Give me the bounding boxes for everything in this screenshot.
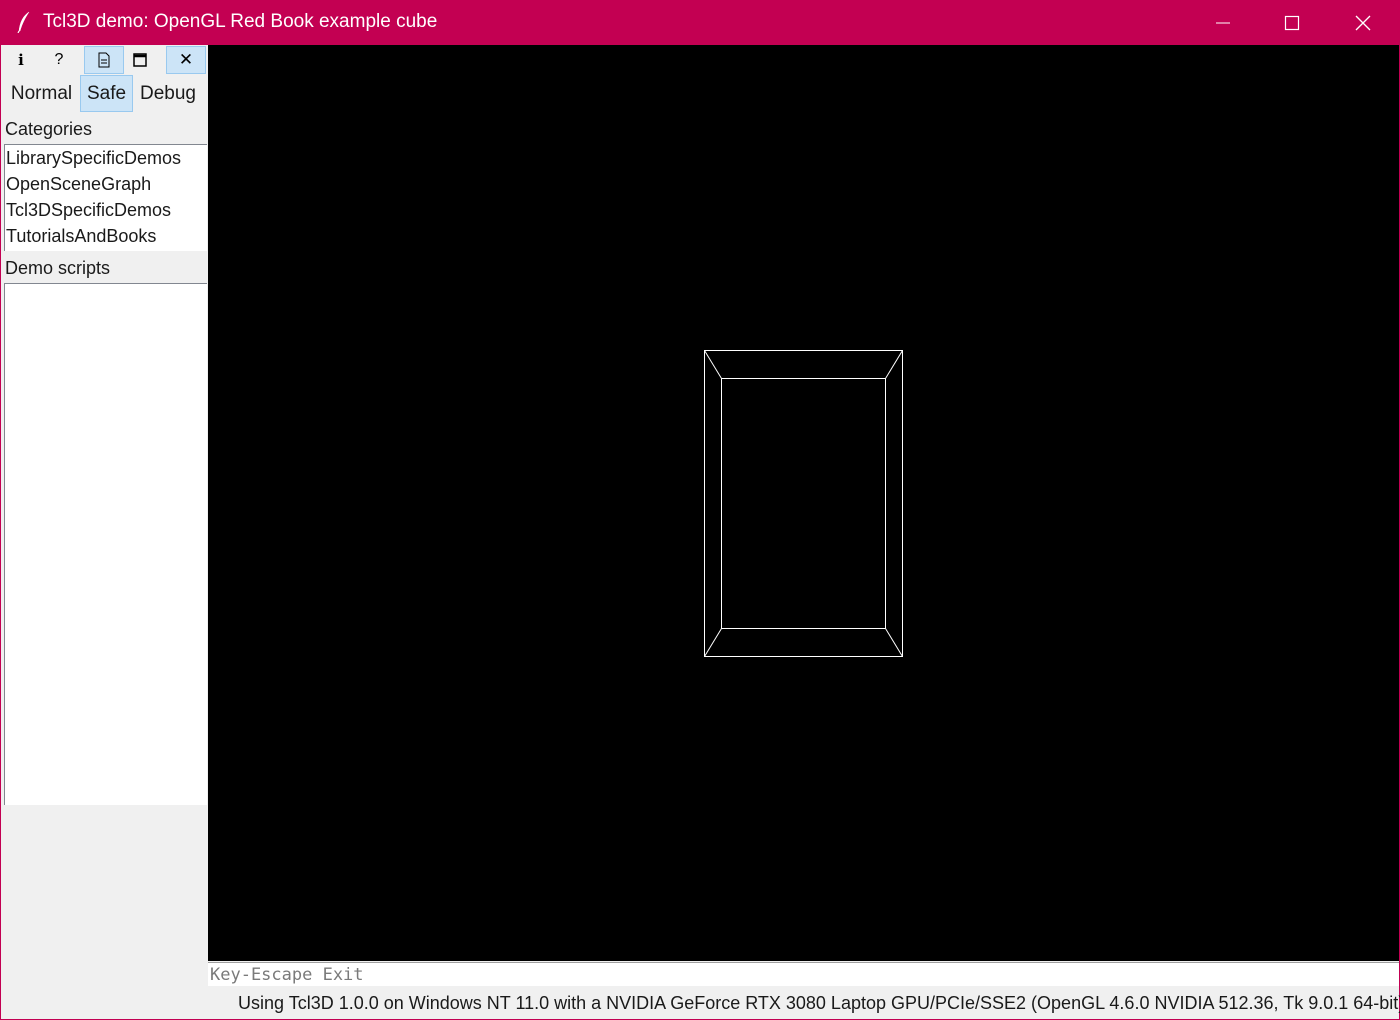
close-button[interactable] <box>1328 0 1398 45</box>
category-item[interactable]: OpenSceneGraph <box>5 171 207 197</box>
minimize-icon <box>1216 22 1230 23</box>
close-icon <box>1355 15 1371 30</box>
toolbar: i ? ✕ <box>1 45 208 75</box>
gl-viewport[interactable] <box>208 45 1399 961</box>
window-icon <box>133 53 147 67</box>
mode-selector: Normal Safe Debug <box>1 75 208 113</box>
demo-scripts-label: Demo scripts <box>5 258 111 278</box>
mode-safe-button[interactable]: Safe <box>80 75 133 112</box>
document-button[interactable] <box>84 46 124 74</box>
info-icon: i <box>18 51 24 69</box>
demo-scripts-list[interactable] <box>4 283 207 805</box>
cube-edge <box>704 350 722 379</box>
cube-edge <box>885 628 903 657</box>
help-button[interactable]: ? <box>39 46 79 74</box>
cube-front-face <box>704 350 903 657</box>
info-button[interactable]: i <box>1 46 41 74</box>
window-client: i ? ✕ Normal Safe Debug Categories Libra… <box>1 45 1400 1019</box>
maximize-icon <box>1284 15 1300 30</box>
cube-back-face <box>721 378 886 629</box>
status-info: Using Tcl3D 1.0.0 on Windows NT 11.0 wit… <box>238 993 1400 1013</box>
window-button[interactable] <box>120 46 160 74</box>
title-bar[interactable]: Tcl3D demo: OpenGL Red Book example cube <box>0 0 1400 45</box>
category-item[interactable]: Tcl3DSpecificDemos <box>5 197 207 223</box>
category-item[interactable]: TutorialsAndBooks <box>5 223 207 249</box>
maximize-button[interactable] <box>1257 0 1327 45</box>
mode-normal-button[interactable]: Normal <box>5 75 78 112</box>
mode-debug-button[interactable]: Debug <box>135 75 201 112</box>
categories-list[interactable]: LibrarySpecificDemos OpenSceneGraph Tcl3… <box>4 144 207 251</box>
wireframe-cube <box>704 350 903 657</box>
feather-icon <box>17 11 30 33</box>
cube-edge <box>885 350 903 379</box>
sidebar: i ? ✕ Normal Safe Debug Categories Libra… <box>1 45 208 1019</box>
key-hint-field[interactable]: Key-Escape Exit <box>208 962 1399 986</box>
close-demo-button[interactable]: ✕ <box>166 46 206 74</box>
categories-label: Categories <box>5 119 93 139</box>
document-icon <box>98 52 110 68</box>
minimize-button[interactable] <box>1188 0 1258 45</box>
help-icon: ? <box>54 51 64 68</box>
category-item[interactable]: LibrarySpecificDemos <box>5 145 207 171</box>
cube-edge <box>704 628 722 657</box>
window-title: Tcl3D demo: OpenGL Red Book example cube <box>43 11 438 32</box>
close-icon: ✕ <box>178 50 194 69</box>
